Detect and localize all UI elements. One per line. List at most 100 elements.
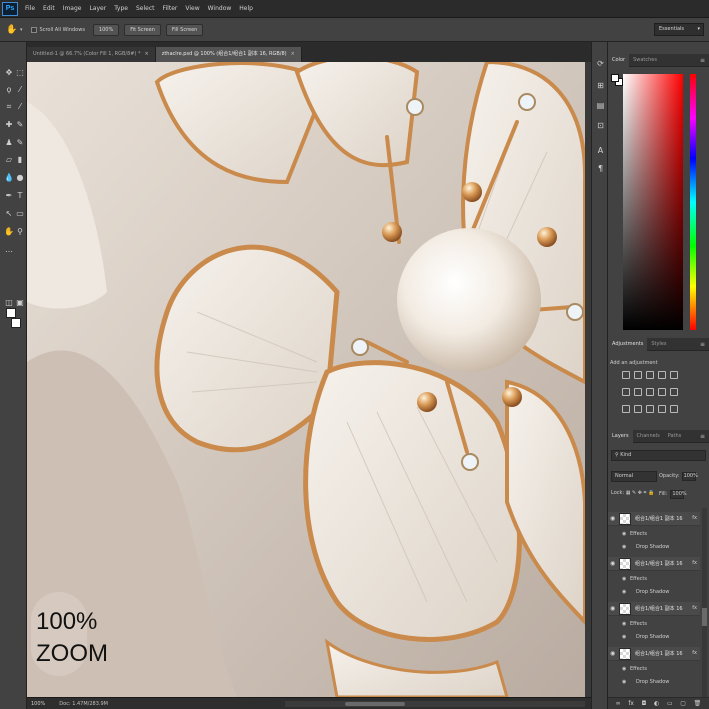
visibility-eye-icon[interactable]: ◉ — [622, 634, 626, 640]
visibility-eye-icon[interactable]: ◉ — [610, 650, 615, 657]
document-canvas[interactable]: 100% ZOOM — [27, 62, 585, 697]
type-tool-icon[interactable]: T — [15, 191, 25, 201]
tab-adjustments[interactable]: Adjustments — [608, 337, 648, 351]
tab-untitled-1[interactable]: Untitled-1 @ 66.7% (Color Fill 1, RGB/8#… — [27, 47, 156, 62]
tool-preset-caret-icon[interactable]: ▾ — [20, 27, 23, 33]
history-panel-icon[interactable]: ⟳ — [595, 58, 606, 69]
tab-paths[interactable]: Paths — [664, 430, 686, 443]
workspace-select[interactable]: Essentials ▾ — [654, 23, 704, 36]
photo-filter-icon[interactable] — [658, 388, 666, 396]
drop-shadow-row[interactable]: ◉ Drop Shadow — [608, 541, 700, 554]
layer-row[interactable]: ◉ 组合1/组合1 副本 16 fx — [608, 512, 700, 526]
visibility-eye-icon[interactable]: ◉ — [622, 544, 626, 550]
visibility-eye-icon[interactable]: ◉ — [610, 605, 615, 612]
panel-menu-icon[interactable]: ≡ — [700, 430, 705, 443]
tab-channels[interactable]: Channels — [633, 430, 664, 443]
fx-icon[interactable]: fx — [628, 700, 634, 707]
blend-mode-select[interactable]: Normal — [611, 471, 657, 482]
scroll-all-windows-checkbox[interactable] — [30, 26, 37, 33]
pen-tool-icon[interactable]: ✒ — [4, 191, 14, 201]
vibrance-icon[interactable] — [670, 371, 678, 379]
eyedropper-tool-icon[interactable]: ⁄ — [15, 102, 25, 112]
fit-screen-button[interactable]: Fit Screen — [124, 23, 161, 36]
healing-brush-tool-icon[interactable]: ✚ — [4, 120, 14, 130]
layers-scroll-thumb[interactable] — [702, 608, 707, 626]
menu-window[interactable]: Window — [204, 5, 236, 12]
layers-scrollbar[interactable] — [702, 508, 707, 698]
gradient-tool-icon[interactable]: ▮ — [15, 155, 25, 165]
history-brush-tool-icon[interactable]: ✎ — [15, 138, 25, 148]
curves-icon[interactable] — [646, 371, 654, 379]
quick-mask-icon[interactable]: ◫ — [4, 298, 14, 308]
status-zoom[interactable]: 100% — [31, 701, 45, 707]
more-tools-icon[interactable]: … — [4, 245, 14, 255]
visibility-eye-icon[interactable]: ◉ — [622, 531, 626, 537]
layer-row[interactable]: ◉ 组合1/组合1 副本 16 fx — [608, 602, 700, 616]
lock-icons[interactable]: ▦ ✎ ✥ ⌗ 🔒 — [626, 490, 655, 496]
paragraph-panel-icon[interactable]: ¶ — [595, 163, 606, 174]
tab-layers[interactable]: Layers — [608, 429, 633, 443]
exposure-icon[interactable] — [658, 371, 666, 379]
tab-color[interactable]: Color — [608, 53, 630, 67]
zoom-100-button[interactable]: 100% — [92, 23, 120, 36]
clone-stamp-tool-icon[interactable]: ♟ — [4, 138, 14, 148]
menu-select[interactable]: Select — [132, 5, 159, 12]
add-mask-icon[interactable]: ◘ — [642, 700, 647, 707]
visibility-eye-icon[interactable]: ◉ — [622, 679, 626, 685]
menu-layer[interactable]: Layer — [85, 5, 110, 12]
zoom-tool-icon[interactable]: ⚲ — [15, 227, 25, 237]
eraser-tool-icon[interactable]: ▱ — [4, 155, 14, 165]
fx-icon[interactable]: fx — [692, 650, 697, 656]
crop-tool-icon[interactable]: ⌗ — [4, 102, 14, 112]
hand-tool-icon[interactable]: ✋ — [4, 227, 14, 237]
hand-tool-icon[interactable]: ✋ — [4, 22, 20, 38]
fill-input[interactable]: 100% — [670, 490, 687, 499]
menu-view[interactable]: View — [181, 5, 203, 12]
brightness-contrast-icon[interactable] — [622, 371, 630, 379]
brush-settings-panel-icon[interactable]: ⊡ — [595, 120, 606, 131]
visibility-eye-icon[interactable]: ◉ — [610, 515, 615, 522]
drop-shadow-row[interactable]: ◉ Drop Shadow — [608, 631, 700, 644]
properties-panel-icon[interactable]: ⊞ — [595, 80, 606, 91]
fx-icon[interactable]: fx — [692, 605, 697, 611]
blur-tool-icon[interactable]: 💧 — [4, 173, 14, 183]
horizontal-scrollbar[interactable] — [285, 701, 585, 707]
fx-icon[interactable]: fx — [692, 515, 697, 521]
threshold-icon[interactable] — [646, 405, 654, 413]
background-color-swatch[interactable] — [11, 318, 21, 328]
close-icon[interactable]: × — [145, 51, 149, 57]
character-panel-icon[interactable]: A — [595, 145, 606, 156]
menu-file[interactable]: File — [21, 5, 39, 12]
visibility-eye-icon[interactable]: ◉ — [622, 576, 626, 582]
black-white-icon[interactable] — [646, 388, 654, 396]
effects-row[interactable]: ◉ Effects — [608, 618, 700, 631]
new-group-icon[interactable]: ▭ — [667, 700, 673, 707]
visibility-eye-icon[interactable]: ◉ — [622, 621, 626, 627]
effects-row[interactable]: ◉ Effects — [608, 573, 700, 586]
visibility-eye-icon[interactable]: ◉ — [622, 666, 626, 672]
path-selection-tool-icon[interactable]: ↖ — [4, 209, 14, 219]
posterize-icon[interactable] — [634, 405, 642, 413]
layer-row[interactable]: ◉ 组合1/组合1 副本 16 fx — [608, 647, 700, 661]
tab-active-document[interactable]: zthaclre.psd @ 100% (组合1/组合1 副本 16, RGB/… — [155, 47, 302, 62]
fx-icon[interactable]: fx — [692, 560, 697, 566]
menu-image[interactable]: Image — [59, 5, 86, 12]
color-panel-foreground-swatch[interactable] — [611, 74, 619, 82]
horizontal-scroll-thumb[interactable] — [345, 702, 405, 706]
screen-mode-icon[interactable]: ▣ — [15, 298, 25, 308]
invert-icon[interactable] — [622, 405, 630, 413]
visibility-eye-icon[interactable]: ◉ — [610, 560, 615, 567]
lasso-tool-icon[interactable]: ϙ — [4, 85, 14, 95]
fill-screen-button[interactable]: Fill Screen — [165, 23, 204, 36]
rectangle-tool-icon[interactable]: ▭ — [15, 209, 25, 219]
adjustment-layer-icon[interactable]: ◐ — [654, 700, 659, 707]
trash-icon[interactable]: 🗑 — [694, 700, 702, 707]
selective-color-icon[interactable] — [670, 405, 678, 413]
layer-row[interactable]: ◉ 组合1/组合1 副本 16 fx — [608, 557, 700, 571]
drop-shadow-row[interactable]: ◉ Drop Shadow — [608, 676, 700, 689]
hue-saturation-icon[interactable] — [622, 388, 630, 396]
dodge-tool-icon[interactable]: ● — [15, 173, 25, 183]
menu-type[interactable]: Type — [110, 5, 132, 12]
close-icon[interactable]: × — [291, 51, 295, 57]
color-picker-field[interactable] — [623, 74, 683, 330]
